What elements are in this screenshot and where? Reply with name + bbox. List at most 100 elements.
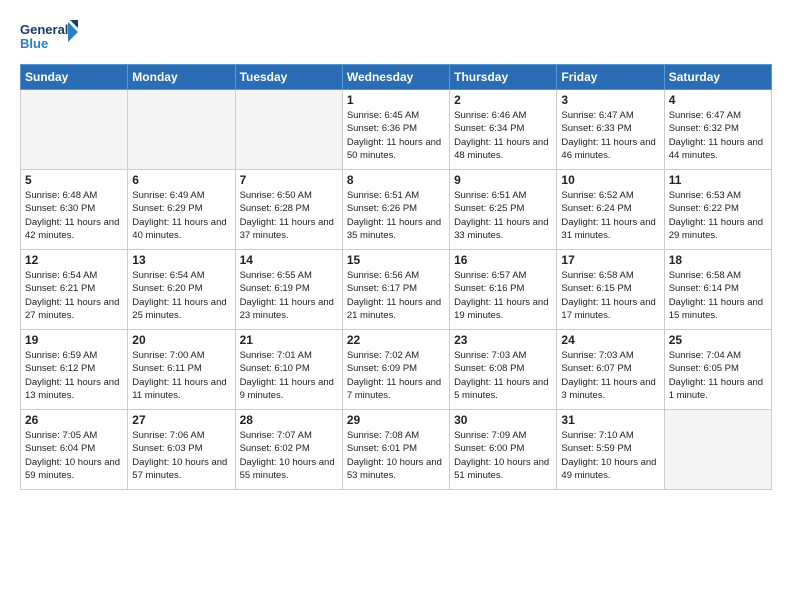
- day-info: Sunrise: 6:48 AM Sunset: 6:30 PM Dayligh…: [25, 189, 123, 242]
- calendar-cell: 21 Sunrise: 7:01 AM Sunset: 6:10 PM Dayli…: [235, 330, 342, 410]
- day-number: 26: [25, 413, 123, 427]
- day-number: 2: [454, 93, 552, 107]
- day-number: 16: [454, 253, 552, 267]
- day-info: Sunrise: 6:51 AM Sunset: 6:25 PM Dayligh…: [454, 189, 552, 242]
- calendar-cell: 15 Sunrise: 6:56 AM Sunset: 6:17 PM Dayli…: [342, 250, 449, 330]
- day-info: Sunrise: 7:08 AM Sunset: 6:01 PM Dayligh…: [347, 429, 445, 482]
- day-info: Sunrise: 7:07 AM Sunset: 6:02 PM Dayligh…: [240, 429, 338, 482]
- day-number: 29: [347, 413, 445, 427]
- calendar-week-4: 19Sunrise: 6:59 AM Sunset: 6:12 PM Dayli…: [21, 330, 772, 410]
- day-info: Sunrise: 6:45 AM Sunset: 6:36 PM Dayligh…: [347, 109, 445, 162]
- day-info: Sunrise: 6:46 AM Sunset: 6:34 PM Dayligh…: [454, 109, 552, 162]
- calendar-cell: 29 Sunrise: 7:08 AM Sunset: 6:01 PM Dayli…: [342, 410, 449, 490]
- calendar-cell: 31 Sunrise: 7:10 AM Sunset: 5:59 PM Dayli…: [557, 410, 664, 490]
- day-info: Sunrise: 7:03 AM Sunset: 6:08 PM Dayligh…: [454, 349, 552, 402]
- day-number: 14: [240, 253, 338, 267]
- day-info: Sunrise: 7:04 AM Sunset: 6:05 PM Dayligh…: [669, 349, 767, 402]
- calendar-cell: 12Sunrise: 6:54 AM Sunset: 6:21 PM Dayli…: [21, 250, 128, 330]
- calendar-header-saturday: Saturday: [664, 65, 771, 90]
- day-info: Sunrise: 7:10 AM Sunset: 5:59 PM Dayligh…: [561, 429, 659, 482]
- day-number: 21: [240, 333, 338, 347]
- day-number: 1: [347, 93, 445, 107]
- calendar-week-1: 1 Sunrise: 6:45 AM Sunset: 6:36 PM Daylig…: [21, 90, 772, 170]
- day-number: 10: [561, 173, 659, 187]
- day-info: Sunrise: 6:55 AM Sunset: 6:19 PM Dayligh…: [240, 269, 338, 322]
- day-info: Sunrise: 6:52 AM Sunset: 6:24 PM Dayligh…: [561, 189, 659, 242]
- calendar-week-3: 12Sunrise: 6:54 AM Sunset: 6:21 PM Dayli…: [21, 250, 772, 330]
- calendar-cell: 19Sunrise: 6:59 AM Sunset: 6:12 PM Dayli…: [21, 330, 128, 410]
- calendar-cell: 26 Sunrise: 7:05 AM Sunset: 6:04 PM Dayli…: [21, 410, 128, 490]
- day-number: 18: [669, 253, 767, 267]
- day-number: 13: [132, 253, 230, 267]
- day-info: Sunrise: 7:09 AM Sunset: 6:00 PM Dayligh…: [454, 429, 552, 482]
- day-number: 15: [347, 253, 445, 267]
- calendar-cell: 5 Sunrise: 6:48 AM Sunset: 6:30 PM Daylig…: [21, 170, 128, 250]
- day-number: 17: [561, 253, 659, 267]
- day-number: 25: [669, 333, 767, 347]
- calendar-cell: 27 Sunrise: 7:06 AM Sunset: 6:03 PM Dayli…: [128, 410, 235, 490]
- day-info: Sunrise: 7:05 AM Sunset: 6:04 PM Dayligh…: [25, 429, 123, 482]
- day-number: 8: [347, 173, 445, 187]
- calendar-cell: 2 Sunrise: 6:46 AM Sunset: 6:34 PM Daylig…: [450, 90, 557, 170]
- day-number: 27: [132, 413, 230, 427]
- calendar-week-2: 5 Sunrise: 6:48 AM Sunset: 6:30 PM Daylig…: [21, 170, 772, 250]
- calendar-header-row: SundayMondayTuesdayWednesdayThursdayFrid…: [21, 65, 772, 90]
- calendar-cell: 11Sunrise: 6:53 AM Sunset: 6:22 PM Dayli…: [664, 170, 771, 250]
- calendar-header-friday: Friday: [557, 65, 664, 90]
- day-info: Sunrise: 7:00 AM Sunset: 6:11 PM Dayligh…: [132, 349, 230, 402]
- day-info: Sunrise: 6:47 AM Sunset: 6:32 PM Dayligh…: [669, 109, 767, 162]
- calendar-cell: 18Sunrise: 6:58 AM Sunset: 6:14 PM Dayli…: [664, 250, 771, 330]
- day-number: 11: [669, 173, 767, 187]
- svg-text:Blue: Blue: [20, 36, 48, 51]
- calendar-cell: 16Sunrise: 6:57 AM Sunset: 6:16 PM Dayli…: [450, 250, 557, 330]
- day-info: Sunrise: 6:49 AM Sunset: 6:29 PM Dayligh…: [132, 189, 230, 242]
- day-info: Sunrise: 6:51 AM Sunset: 6:26 PM Dayligh…: [347, 189, 445, 242]
- logo: General Blue: [20, 18, 80, 56]
- calendar-cell: 3 Sunrise: 6:47 AM Sunset: 6:33 PM Daylig…: [557, 90, 664, 170]
- calendar-cell: 24Sunrise: 7:03 AM Sunset: 6:07 PM Dayli…: [557, 330, 664, 410]
- calendar-week-5: 26 Sunrise: 7:05 AM Sunset: 6:04 PM Dayli…: [21, 410, 772, 490]
- day-number: 4: [669, 93, 767, 107]
- calendar-header-monday: Monday: [128, 65, 235, 90]
- day-number: 9: [454, 173, 552, 187]
- day-number: 24: [561, 333, 659, 347]
- day-info: Sunrise: 7:01 AM Sunset: 6:10 PM Dayligh…: [240, 349, 338, 402]
- calendar-cell: 8 Sunrise: 6:51 AM Sunset: 6:26 PM Daylig…: [342, 170, 449, 250]
- day-info: Sunrise: 7:02 AM Sunset: 6:09 PM Dayligh…: [347, 349, 445, 402]
- day-number: 3: [561, 93, 659, 107]
- day-number: 23: [454, 333, 552, 347]
- day-number: 6: [132, 173, 230, 187]
- day-info: Sunrise: 6:58 AM Sunset: 6:15 PM Dayligh…: [561, 269, 659, 322]
- day-number: 31: [561, 413, 659, 427]
- calendar-cell: 1 Sunrise: 6:45 AM Sunset: 6:36 PM Daylig…: [342, 90, 449, 170]
- calendar-header-wednesday: Wednesday: [342, 65, 449, 90]
- calendar-header-thursday: Thursday: [450, 65, 557, 90]
- calendar-cell: 7 Sunrise: 6:50 AM Sunset: 6:28 PM Daylig…: [235, 170, 342, 250]
- day-number: 7: [240, 173, 338, 187]
- calendar-header-sunday: Sunday: [21, 65, 128, 90]
- calendar-header-tuesday: Tuesday: [235, 65, 342, 90]
- calendar-cell: 20Sunrise: 7:00 AM Sunset: 6:11 PM Dayli…: [128, 330, 235, 410]
- calendar-cell: 23 Sunrise: 7:03 AM Sunset: 6:08 PM Dayli…: [450, 330, 557, 410]
- calendar-cell: 25 Sunrise: 7:04 AM Sunset: 6:05 PM Dayli…: [664, 330, 771, 410]
- calendar-body: 1 Sunrise: 6:45 AM Sunset: 6:36 PM Daylig…: [21, 90, 772, 490]
- day-number: 30: [454, 413, 552, 427]
- day-number: 19: [25, 333, 123, 347]
- page-header: General Blue: [20, 18, 772, 56]
- day-info: Sunrise: 6:54 AM Sunset: 6:21 PM Dayligh…: [25, 269, 123, 322]
- calendar-cell: 13Sunrise: 6:54 AM Sunset: 6:20 PM Dayli…: [128, 250, 235, 330]
- calendar-cell: 22 Sunrise: 7:02 AM Sunset: 6:09 PM Dayli…: [342, 330, 449, 410]
- day-info: Sunrise: 6:47 AM Sunset: 6:33 PM Dayligh…: [561, 109, 659, 162]
- day-info: Sunrise: 6:50 AM Sunset: 6:28 PM Dayligh…: [240, 189, 338, 242]
- day-number: 22: [347, 333, 445, 347]
- svg-text:General: General: [20, 22, 68, 37]
- calendar-cell: 10 Sunrise: 6:52 AM Sunset: 6:24 PM Dayli…: [557, 170, 664, 250]
- day-info: Sunrise: 6:56 AM Sunset: 6:17 PM Dayligh…: [347, 269, 445, 322]
- calendar-cell: 17 Sunrise: 6:58 AM Sunset: 6:15 PM Dayli…: [557, 250, 664, 330]
- day-number: 5: [25, 173, 123, 187]
- calendar-cell: 6 Sunrise: 6:49 AM Sunset: 6:29 PM Daylig…: [128, 170, 235, 250]
- calendar-cell: [235, 90, 342, 170]
- calendar-cell: [128, 90, 235, 170]
- calendar-table: SundayMondayTuesdayWednesdayThursdayFrid…: [20, 64, 772, 490]
- day-info: Sunrise: 7:06 AM Sunset: 6:03 PM Dayligh…: [132, 429, 230, 482]
